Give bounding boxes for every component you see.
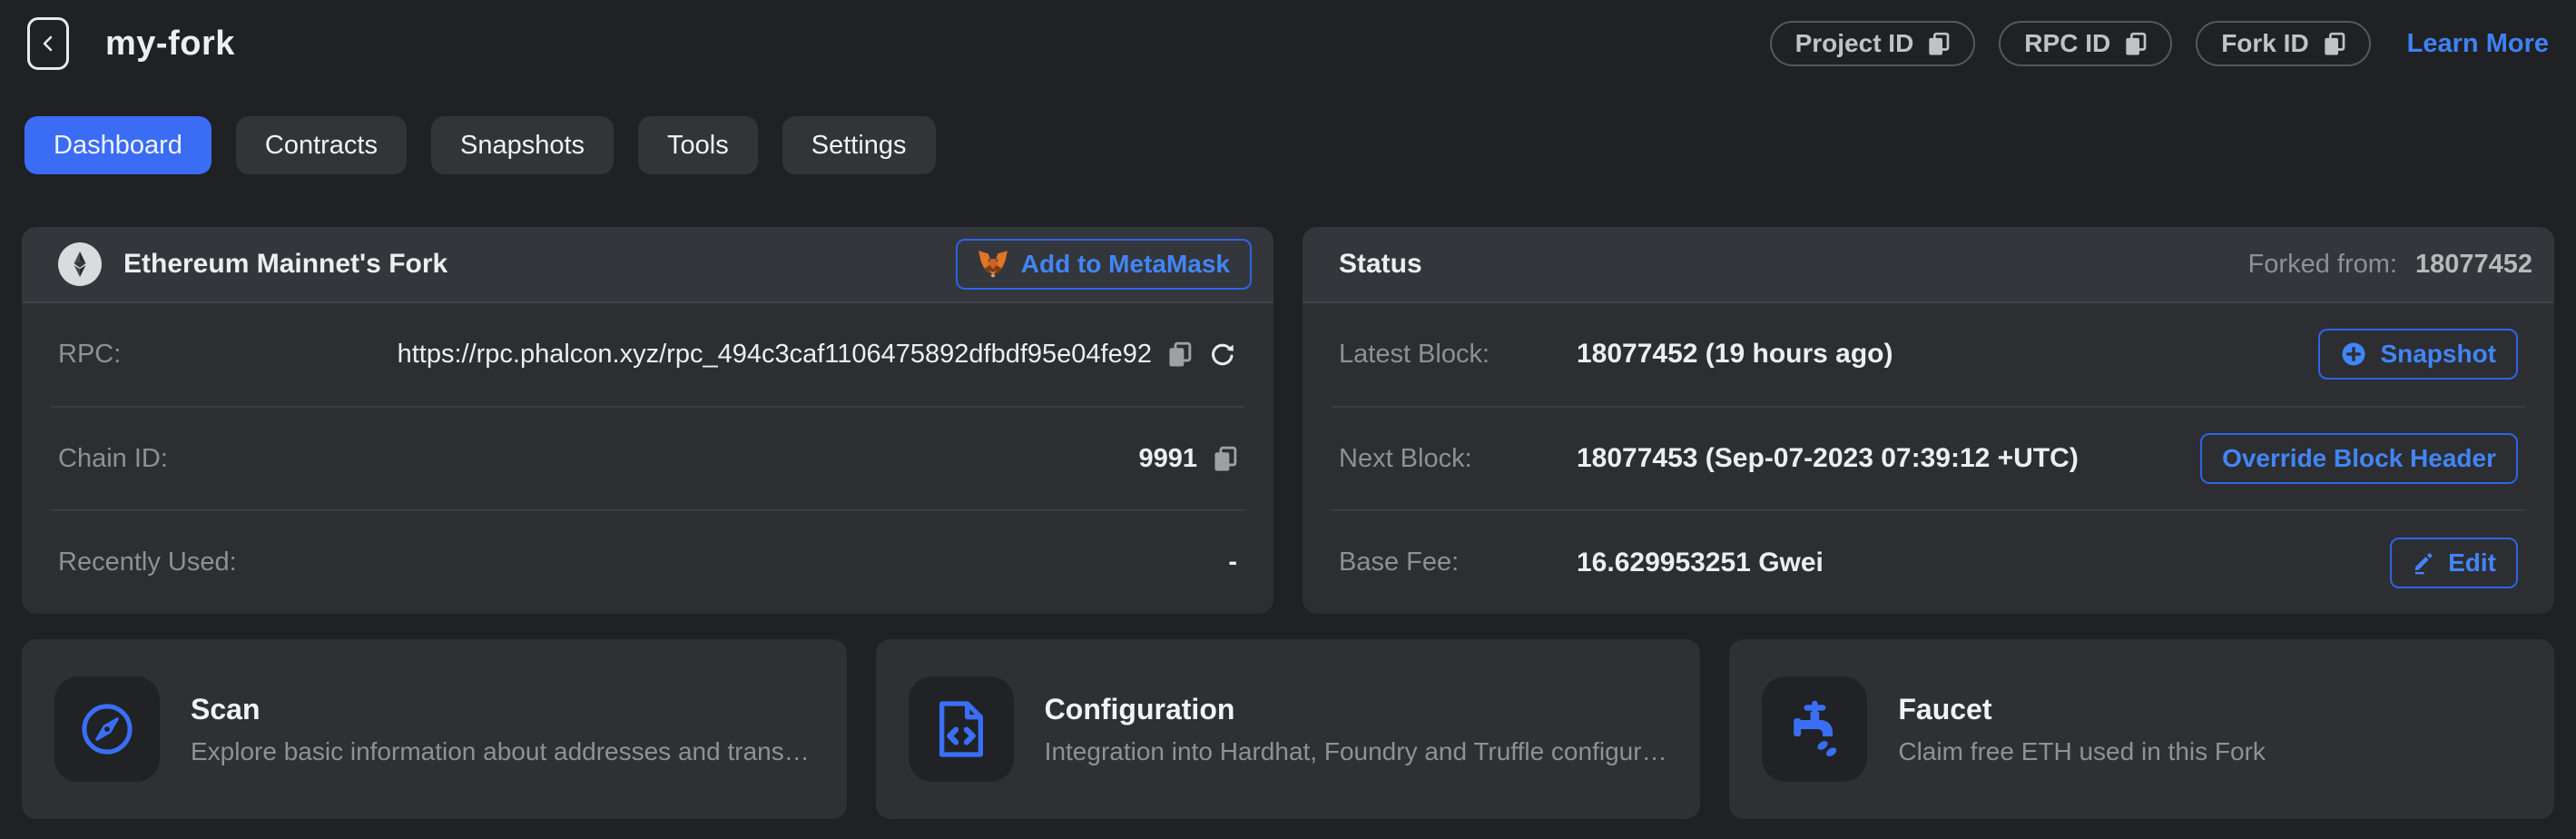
configuration-description: Integration into Hardhat, Foundry and Tr… (1045, 737, 1668, 766)
chevron-left-icon (37, 33, 59, 54)
faucet-icon (1762, 676, 1867, 782)
configuration-title: Configuration (1045, 693, 1668, 726)
copy-rpc-button[interactable] (1168, 341, 1192, 368)
page-title: my-fork (105, 25, 235, 64)
rpc-url-value: https://rpc.phalcon.xyz/rpc_494c3caf1106… (398, 340, 1152, 370)
scan-description: Explore basic information about addresse… (191, 737, 814, 766)
base-fee-row: Base Fee: 16.629953251 Gwei Edit (1303, 511, 2554, 614)
forked-from-label: Forked from: (2248, 250, 2397, 280)
recently-used-label: Recently Used: (58, 548, 237, 577)
fork-info-card: Ethereum Mainnet's Fork (22, 227, 1273, 614)
tab-snapshots[interactable]: Snapshots (431, 116, 614, 174)
faucet-title: Faucet (1898, 693, 2266, 726)
copy-icon (2324, 32, 2345, 56)
tab-bar: Dashboard Contracts Snapshots Tools Sett… (25, 116, 2551, 174)
latest-block-row: Latest Block: 18077452 (19 hours ago) Sn… (1303, 303, 2554, 406)
plus-circle-icon (2340, 341, 2367, 368)
tab-dashboard[interactable]: Dashboard (25, 116, 211, 174)
base-fee-label: Base Fee: (1339, 548, 1577, 577)
next-block-row: Next Block: 18077453 (Sep-07-2023 07:39:… (1303, 408, 2554, 510)
next-block-label: Next Block: (1339, 444, 1577, 474)
faucet-description: Claim free ETH used in this Fork (1898, 737, 2266, 766)
tab-contracts[interactable]: Contracts (236, 116, 407, 174)
rpc-id-copy-button[interactable]: RPC ID (1999, 21, 2172, 66)
metamask-fox-icon (978, 250, 1008, 279)
learn-more-link[interactable]: Learn More (2407, 29, 2549, 59)
top-bar: my-fork Project ID RPC ID Fork ID Learn … (0, 0, 2576, 87)
recently-used-row: Recently Used: - (22, 511, 1273, 614)
refresh-icon (1208, 340, 1237, 369)
back-button[interactable] (27, 17, 69, 70)
tab-tools[interactable]: Tools (638, 116, 758, 174)
pencil-icon (2412, 551, 2435, 575)
next-block-value: 18077453 (Sep-07-2023 07:39:12 +UTC) (1577, 443, 2079, 474)
topbar-actions: Project ID RPC ID Fork ID Learn More (1770, 21, 2549, 66)
copy-icon (1214, 446, 1237, 472)
compass-icon (54, 676, 160, 782)
main-cards-row: Ethereum Mainnet's Fork (22, 227, 2554, 614)
copy-chain-id-button[interactable] (1214, 446, 1237, 472)
project-id-copy-button[interactable]: Project ID (1770, 21, 1976, 66)
tab-settings[interactable]: Settings (782, 116, 936, 174)
fork-card-title: Ethereum Mainnet's Fork (123, 249, 447, 280)
chain-id-value: 9991 (1138, 444, 1197, 474)
status-card-header: Status Forked from: 18077452 (1303, 227, 2554, 303)
rpc-id-label: RPC ID (2024, 29, 2110, 58)
feature-cards-row: Scan Explore basic information about add… (22, 639, 2554, 819)
copy-icon (1168, 341, 1192, 368)
forked-from-value: 18077452 (2415, 250, 2532, 280)
configuration-card[interactable]: Configuration Integration into Hardhat, … (876, 639, 1701, 819)
override-block-header-button[interactable]: Override Block Header (2200, 433, 2518, 484)
edit-base-fee-button[interactable]: Edit (2390, 538, 2518, 588)
recently-used-value: - (1228, 548, 1237, 577)
fork-card-header: Ethereum Mainnet's Fork (22, 227, 1273, 303)
copy-icon (1928, 32, 1950, 56)
chain-id-label: Chain ID: (58, 444, 168, 474)
add-to-metamask-label: Add to MetaMask (1021, 250, 1230, 279)
status-card-title: Status (1339, 249, 1422, 280)
override-button-label: Override Block Header (2222, 444, 2496, 473)
fork-id-label: Fork ID (2221, 29, 2308, 58)
base-fee-value: 16.629953251 Gwei (1577, 548, 1824, 578)
rpc-row: RPC: https://rpc.phalcon.xyz/rpc_494c3ca… (22, 303, 1273, 406)
refresh-rpc-button[interactable] (1208, 340, 1237, 369)
scan-title: Scan (191, 693, 814, 726)
code-file-icon (909, 676, 1014, 782)
copy-icon (2125, 32, 2147, 56)
project-id-label: Project ID (1795, 29, 1914, 58)
snapshot-button[interactable]: Snapshot (2318, 329, 2518, 380)
status-card: Status Forked from: 18077452 Latest Bloc… (1303, 227, 2554, 614)
faucet-card[interactable]: Faucet Claim free ETH used in this Fork (1729, 639, 2554, 819)
rpc-label: RPC: (58, 340, 121, 370)
scan-card[interactable]: Scan Explore basic information about add… (22, 639, 847, 819)
fork-id-copy-button[interactable]: Fork ID (2196, 21, 2370, 66)
chain-id-row: Chain ID: 9991 (22, 408, 1273, 510)
edit-button-label: Edit (2448, 548, 2496, 577)
snapshot-button-label: Snapshot (2380, 340, 2496, 369)
latest-block-value: 18077452 (19 hours ago) (1577, 339, 1893, 370)
ethereum-icon (58, 242, 102, 286)
add-to-metamask-button[interactable]: Add to MetaMask (956, 239, 1252, 290)
latest-block-label: Latest Block: (1339, 340, 1577, 370)
